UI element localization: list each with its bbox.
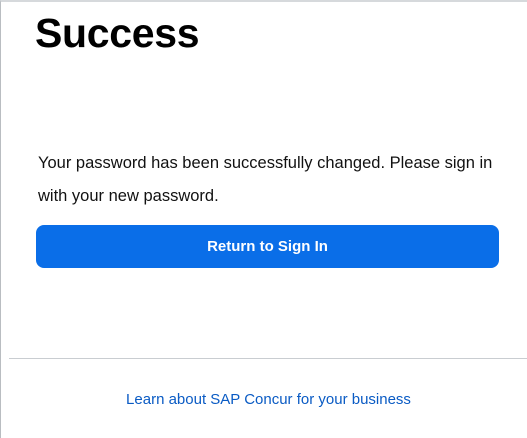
page-frame: Success Your password has been successfu… — [0, 0, 527, 438]
return-to-sign-in-button[interactable]: Return to Sign In — [36, 225, 499, 268]
footer-divider — [9, 358, 527, 359]
learn-about-sap-concur-link[interactable]: Learn about SAP Concur for your business — [1, 391, 527, 408]
success-message: Your password has been successfully chan… — [38, 154, 493, 205]
page-title: Success — [35, 10, 200, 56]
